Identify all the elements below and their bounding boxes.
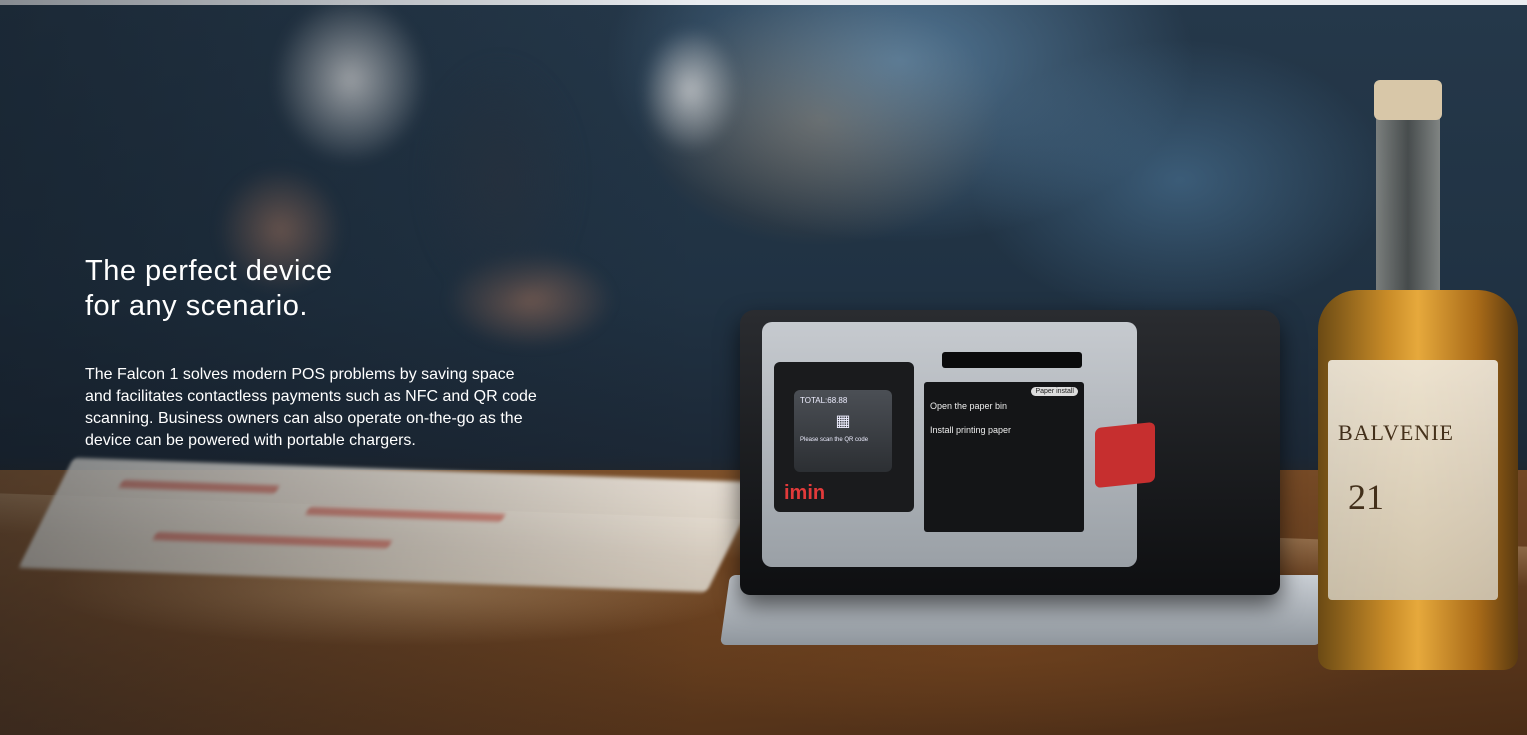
sticker-step-1: Open the paper bin <box>930 401 1008 411</box>
customer-display-screen: TOTAL:68.88 ▦ Please scan the QR code <box>794 390 892 472</box>
sticker-badge: Paper install <box>1031 387 1078 396</box>
printer-release-tab <box>1095 421 1155 489</box>
qr-code-icon: ▦ <box>835 413 851 430</box>
sticker-step-2: Install printing paper <box>930 425 1012 435</box>
device-face: TOTAL:68.88 ▦ Please scan the QR code im… <box>762 322 1137 567</box>
hero-title-line-1: The perfect device <box>85 255 333 287</box>
pos-device-image: TOTAL:68.88 ▦ Please scan the QR code im… <box>720 305 1330 650</box>
instruction-sticker: Paper install Open the paper bin Install… <box>924 382 1084 532</box>
printer-slot <box>942 352 1082 368</box>
device-body: TOTAL:68.88 ▦ Please scan the QR code im… <box>740 310 1280 595</box>
hero-banner: TOTAL:68.88 ▦ Please scan the QR code im… <box>0 0 1527 735</box>
bottle-label-age: 21 <box>1348 477 1384 517</box>
bottle-label: BALVENIE 21 <box>1328 360 1498 600</box>
whisky-bottle-image: BALVENIE 21 <box>1318 80 1518 670</box>
hero-title-line-2: for any scenario. <box>85 290 308 322</box>
screen-total: TOTAL:68.88 <box>800 396 848 405</box>
device-brand-logo: imin <box>784 482 826 504</box>
screen-hint: Please scan the QR code <box>800 437 869 443</box>
customer-display-panel: TOTAL:68.88 ▦ Please scan the QR code im… <box>774 362 914 512</box>
hero-description: The Falcon 1 solves modern POS problems … <box>85 366 537 449</box>
hero-title: The perfect device for any scenario. <box>85 254 505 324</box>
bottle-label-brand: BALVENIE <box>1338 420 1454 445</box>
bottle-cork <box>1374 80 1442 120</box>
